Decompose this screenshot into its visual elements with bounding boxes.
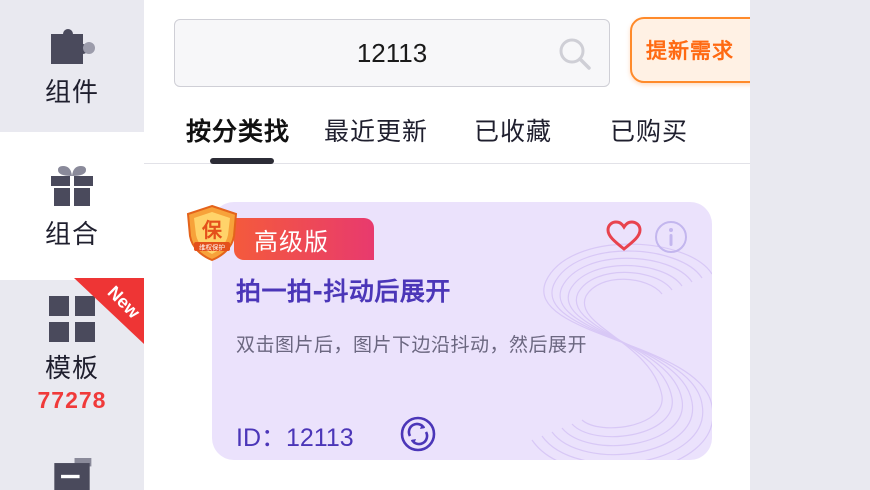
search-input[interactable]: 12113 [174, 19, 610, 87]
refresh-icon[interactable] [400, 416, 436, 452]
active-tab-indicator [210, 158, 274, 164]
card-title[interactable]: 拍一拍-抖动后展开 [236, 272, 451, 308]
combo-card[interactable]: 高级版 拍一拍-抖动后展开 双击图片后，图片下边沿抖动，然后展开 ID：1211… [212, 202, 712, 460]
protection-shield-icon: 保 维权保护 [186, 204, 238, 262]
tab-by-category[interactable]: 按分类找 [186, 112, 290, 148]
tab-recent-updates[interactable]: 最近更新 [324, 112, 428, 148]
premium-badge: 高级版 [234, 218, 374, 260]
sidebar-item-label: 模板 [44, 354, 99, 384]
gift-icon [51, 166, 93, 206]
tab-bar: 按分类找 最近更新 已收藏 已购买 [144, 110, 750, 164]
sidebar-item-label: 组合 [44, 220, 99, 250]
submit-request-button[interactable]: 提新需求 [630, 17, 770, 83]
template-count: 77278 [37, 387, 107, 413]
card-id: ID：12113 [236, 424, 354, 452]
sidebar-item-components[interactable]: 组件 [0, 0, 144, 132]
sidebar-item-folder[interactable] [0, 452, 144, 490]
sidebar-item-label: 组件 [44, 78, 99, 108]
tab-purchased[interactable]: 已购买 [610, 112, 688, 148]
category-sidebar: 组件 组合 模板 77278 New [0, 0, 144, 490]
tab-favorites[interactable]: 已收藏 [474, 112, 552, 148]
right-background [750, 0, 870, 490]
sidebar-item-combos[interactable]: 组合 [0, 132, 144, 280]
search-icon[interactable] [557, 36, 593, 72]
svg-text:保: 保 [201, 218, 223, 242]
svg-text:维权保护: 维权保护 [199, 243, 225, 252]
puzzle-icon [51, 29, 95, 64]
favorite-heart-icon[interactable] [606, 220, 642, 252]
folder-icon [54, 458, 92, 490]
search-value: 12113 [356, 38, 428, 68]
new-ribbon: New [74, 278, 144, 344]
info-icon[interactable] [654, 220, 688, 254]
card-description: 双击图片后，图片下边沿抖动，然后展开 [236, 334, 588, 356]
main-panel: 12113 提新需求 按分类找 最近更新 已收藏 已购买 高级版 拍一拍-抖动后… [144, 0, 770, 490]
